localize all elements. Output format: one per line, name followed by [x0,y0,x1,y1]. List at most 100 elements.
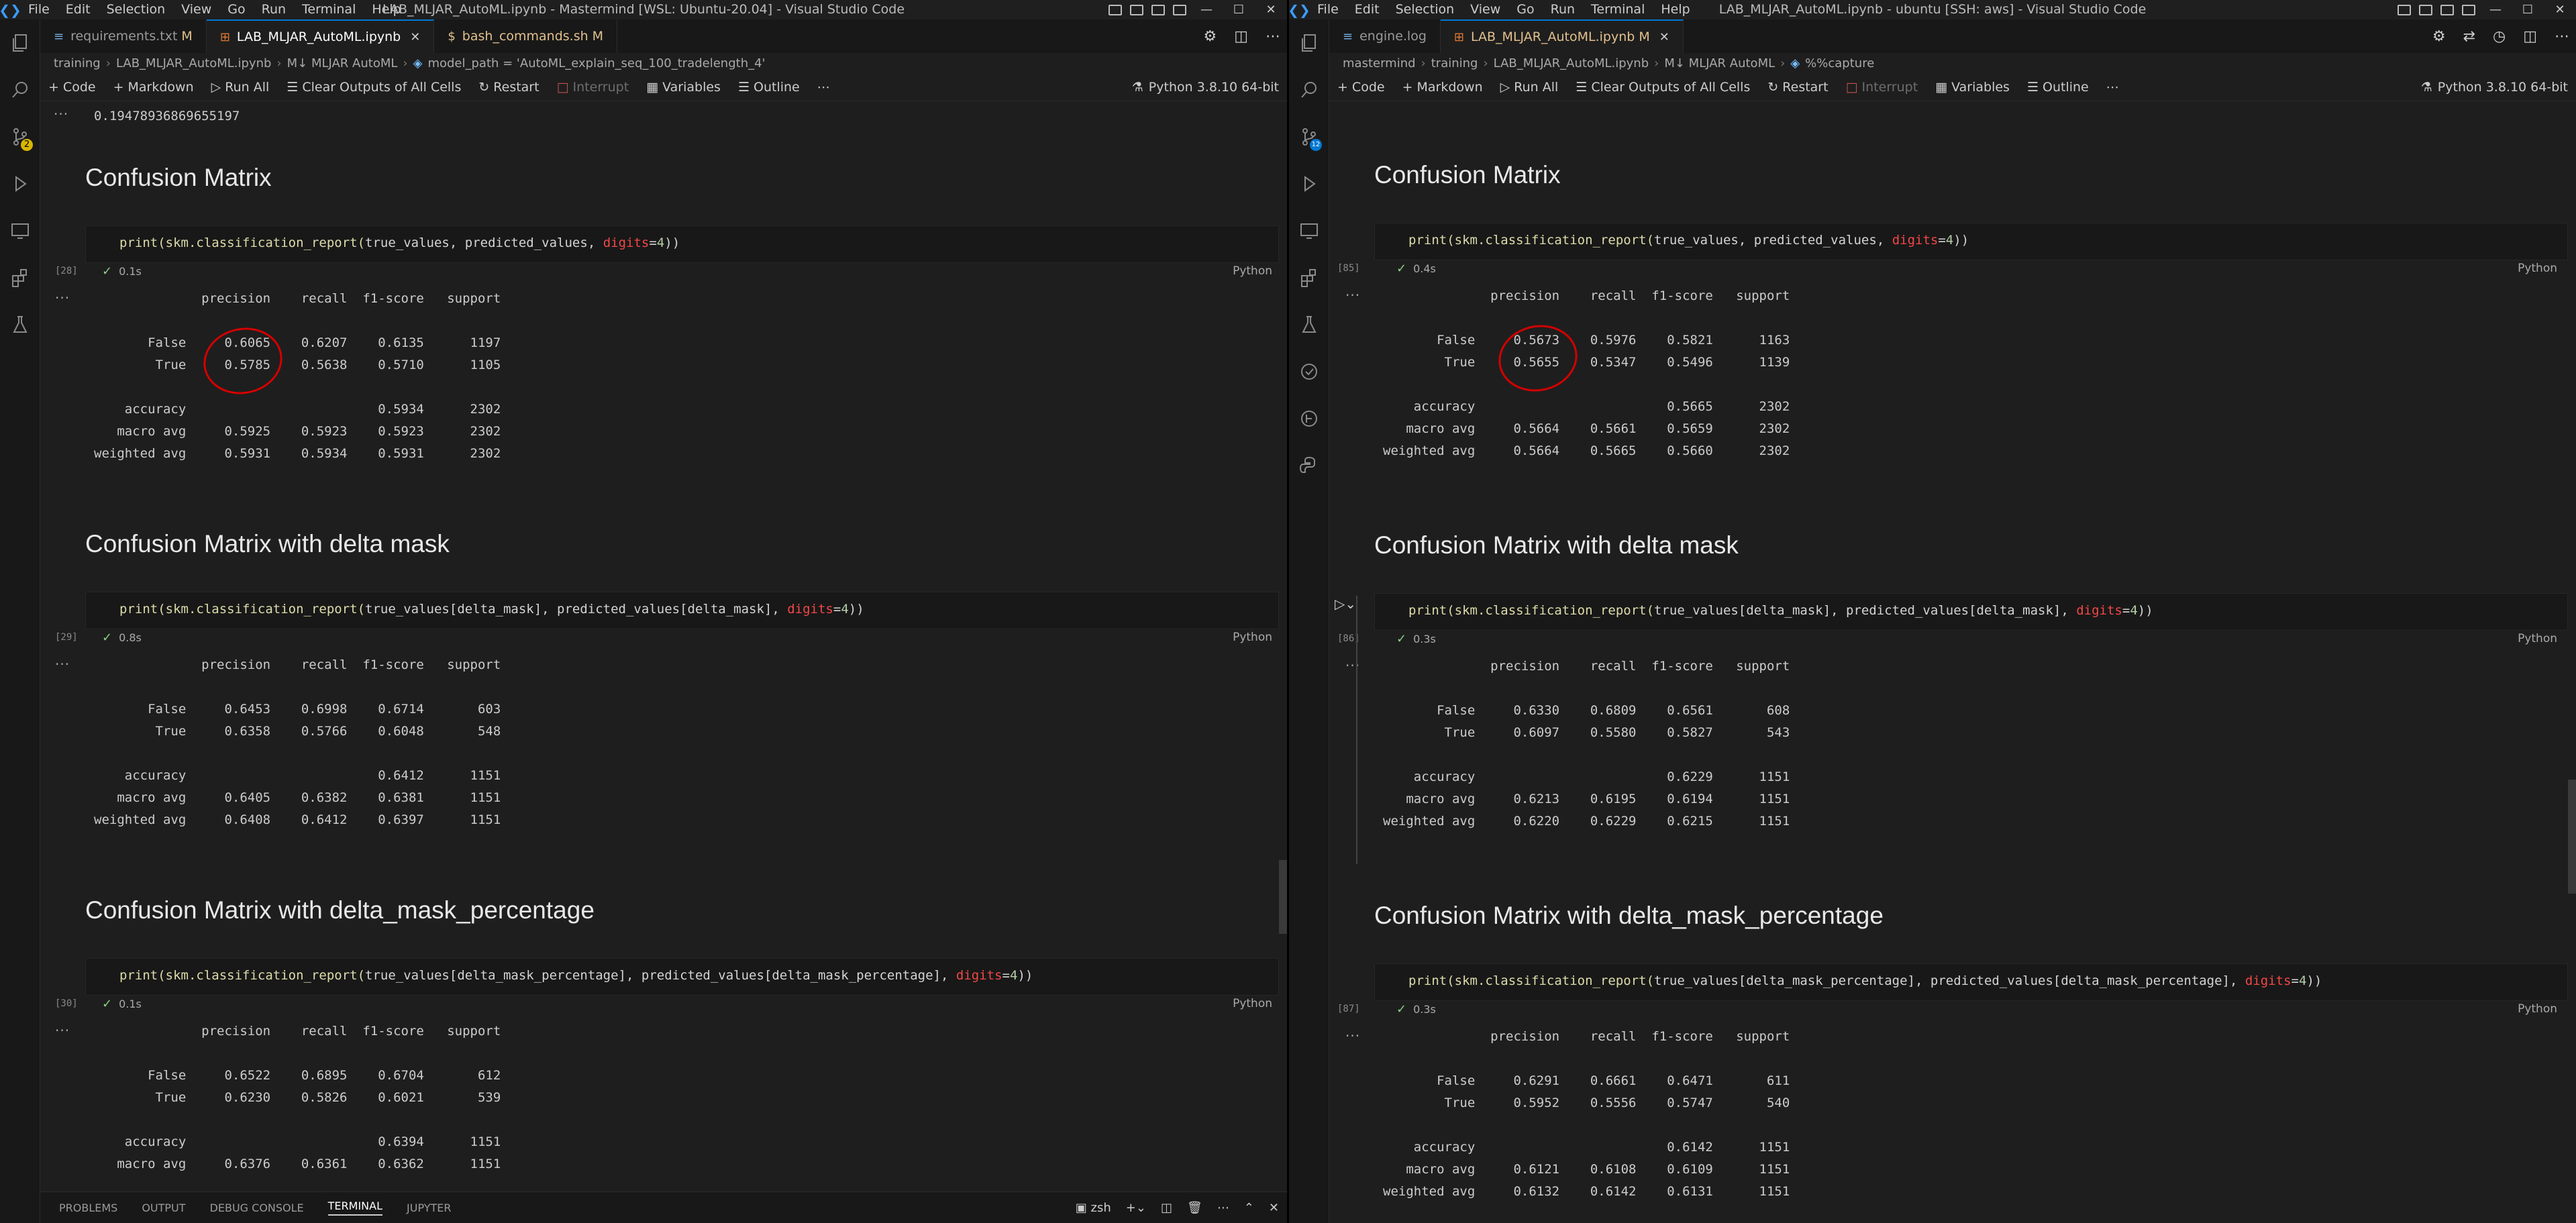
toggle-secondary-sidebar-icon[interactable] [2440,4,2454,15]
outline-button[interactable]: ☰ Outline [738,80,800,95]
split-editor-icon[interactable]: ◫ [2523,28,2537,45]
code-line[interactable]: print(skm.classification_report(true_val… [1408,973,2322,988]
gitlens-icon[interactable] [1289,395,1329,442]
add-code-button[interactable]: + Code [48,80,96,95]
menu-terminal[interactable]: Terminal [294,0,364,19]
tab-requirements[interactable]: ≡ requirements.txt M [40,19,207,53]
maximize-icon[interactable]: ☐ [2512,3,2544,17]
toggle-sidebar-icon[interactable] [2398,4,2411,15]
testing-icon[interactable] [0,301,40,348]
testing-icon[interactable] [1289,301,1329,348]
menu-file[interactable]: File [20,0,58,19]
run-debug-icon[interactable] [1289,160,1329,207]
code-cell[interactable]: print(skm.classification_report(true_val… [85,225,1279,263]
breadcrumb-item[interactable]: model_path = 'AutoML_explain_seq_100_tra… [427,56,765,70]
menu-edit[interactable]: Edit [1347,0,1388,19]
cell-language[interactable]: Python [1233,631,1272,644]
scrollbar-thumb[interactable] [2568,780,2576,894]
menu-run[interactable]: Run [1543,0,1583,19]
breadcrumb-item[interactable]: M↓ MLJAR AutoML [1664,56,1775,70]
tab-notebook[interactable]: ⊞ LAB_MLJAR_AutoML.ipynb ✕ [206,19,435,53]
explorer-icon[interactable] [1289,19,1329,66]
panel-tab-output[interactable]: OUTPUT [142,1202,185,1214]
breadcrumb-item[interactable]: %%capture [1805,56,1874,70]
menu-selection[interactable]: Selection [99,0,174,19]
clear-outputs-button[interactable]: ☰ Clear Outputs of All Cells [287,80,461,95]
breadcrumb-item[interactable]: M↓ MLJAR AutoML [287,56,398,70]
close-window-icon[interactable]: ✕ [1255,3,1287,17]
cell-language[interactable]: Python [2518,632,2557,645]
clear-outputs-button[interactable]: ☰ Clear Outputs of All Cells [1576,80,1750,95]
run-cell-icon[interactable]: ▷⌄ [1335,596,1356,612]
variables-button[interactable]: ▦ Variables [646,80,721,95]
output-more-icon[interactable]: ··· [55,1022,70,1039]
output-more-icon[interactable]: ··· [54,106,68,122]
breadcrumb-item[interactable]: training [54,56,101,70]
close-tab-icon[interactable]: ✕ [410,30,420,44]
add-markdown-button[interactable]: + Markdown [1402,80,1483,95]
panel-tab-debug-console[interactable]: DEBUG CONSOLE [210,1202,304,1214]
extensions-icon[interactable] [0,254,40,301]
breadcrumb-item[interactable]: mastermind [1343,56,1416,70]
code-line[interactable]: print(skm.classification_report(true_val… [1408,233,1969,248]
gear-icon[interactable]: ⚙ [2432,28,2446,45]
code-line[interactable]: print(skm.classification_report(true_val… [1408,603,2153,618]
outline-button[interactable]: ☰ Outline [2027,80,2089,95]
toggle-secondary-sidebar-icon[interactable] [1151,4,1165,15]
extensions-icon[interactable] [1289,254,1329,301]
menu-go[interactable]: Go [1508,0,1542,19]
minimize-icon[interactable]: — [2479,3,2512,17]
menu-help[interactable]: Help [364,0,409,19]
output-more-icon[interactable]: ··· [1345,287,1360,303]
open-changes-icon[interactable]: ⇄ [2463,28,2475,45]
cell-language[interactable]: Python [1233,997,1272,1010]
breadcrumb-item[interactable]: LAB_MLJAR_AutoML.ipynb [1494,56,1649,70]
menu-run[interactable]: Run [254,0,294,19]
panel-tab-terminal[interactable]: TERMINAL [327,1200,383,1216]
toggle-panel-icon[interactable] [1130,4,1143,15]
kernel-picker[interactable]: ⚗ Python 3.8.10 64-bit [1132,73,1279,101]
scrollbar-thumb[interactable] [1279,860,1287,934]
search-icon[interactable] [0,66,40,113]
variables-button[interactable]: ▦ Variables [1935,80,2010,95]
cell-language[interactable]: Python [2518,262,2557,275]
interrupt-button[interactable]: □ Interrupt [1846,80,1918,95]
remote-explorer-icon[interactable] [0,207,40,254]
output-more-icon[interactable]: ··· [55,656,70,672]
toggle-panel-icon[interactable] [2419,4,2432,15]
more-icon[interactable]: ⋯ [1217,1201,1229,1215]
source-control-icon[interactable]: 2 [0,113,40,160]
check-circle-icon[interactable] [1289,348,1329,395]
add-markdown-button[interactable]: + Markdown [113,80,194,95]
menu-view[interactable]: View [1462,0,1508,19]
code-cell[interactable]: print(skm.classification_report(true_val… [85,958,1279,996]
run-all-button[interactable]: ▷ Run All [1500,80,1559,95]
new-terminal-icon[interactable]: +⌄ [1126,1201,1146,1215]
code-cell[interactable]: print(skm.classification_report(true_val… [1374,963,2568,1001]
breadcrumb-item[interactable]: LAB_MLJAR_AutoML.ipynb [116,56,271,70]
trash-icon[interactable]: 🗑 [1187,1201,1202,1215]
cell-language[interactable]: Python [2518,1002,2557,1016]
restart-button[interactable]: ↻ Restart [1767,80,1828,95]
terminal-shell-selector[interactable]: ▣ zsh [1076,1201,1111,1215]
menu-selection[interactable]: Selection [1388,0,1463,19]
panel-tab-jupyter[interactable]: JUPYTER [407,1202,452,1214]
output-more-icon[interactable]: ··· [55,290,70,306]
source-control-icon[interactable]: 12 [1289,113,1329,160]
kernel-picker[interactable]: ⚗ Python 3.8.10 64-bit [2421,73,2568,101]
restart-button[interactable]: ↻ Restart [478,80,539,95]
customize-layout-icon[interactable] [2462,4,2475,15]
menu-edit[interactable]: Edit [58,0,99,19]
run-all-button[interactable]: ▷ Run All [211,80,270,95]
search-icon[interactable] [1289,66,1329,113]
panel-tab-problems[interactable]: PROBLEMS [59,1202,117,1214]
python-icon[interactable] [1289,442,1329,489]
maximize-icon[interactable]: ☐ [1223,3,1255,17]
gear-icon[interactable]: ⚙ [1203,28,1217,45]
breadcrumb-item[interactable]: training [1431,56,1478,70]
menu-view[interactable]: View [173,0,219,19]
timeline-icon[interactable]: ◷ [2493,28,2506,45]
more-icon[interactable]: ⋯ [2106,80,2119,95]
interrupt-button[interactable]: □ Interrupt [557,80,629,95]
more-actions-icon[interactable]: ⋯ [2555,28,2569,45]
